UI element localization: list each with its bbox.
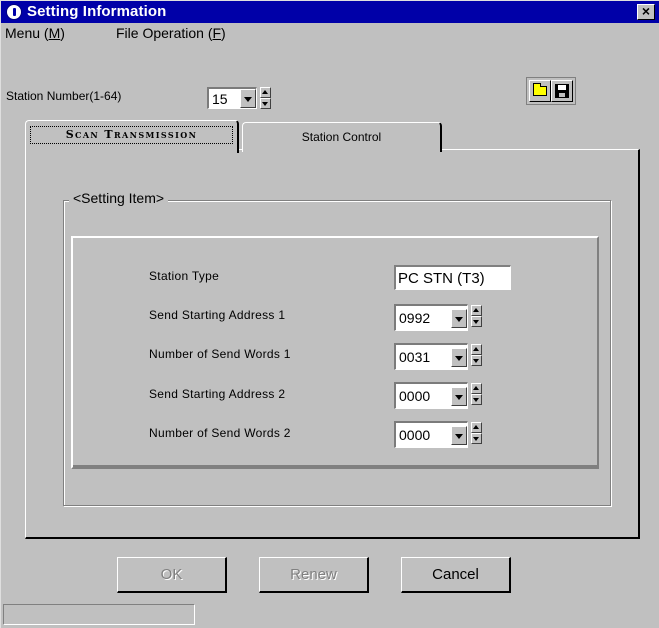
title-bar[interactable]: Setting Information × [1, 1, 659, 23]
number-of-send-words-1-value: 0031 [399, 349, 431, 365]
folder-open-icon [533, 83, 547, 96]
chevron-down-icon[interactable] [451, 387, 467, 406]
send-starting-address-2-spinner[interactable] [471, 383, 482, 405]
chevron-down-icon[interactable] [240, 89, 256, 108]
ok-button[interactable]: OK [117, 557, 227, 593]
spin-down-icon[interactable] [260, 98, 271, 109]
menu-item-menu[interactable]: Menu (M) [5, 25, 65, 41]
station-type-value: PC STN (T3) [398, 270, 485, 287]
spin-down-icon[interactable] [471, 394, 482, 405]
number-of-send-words-2-combo[interactable]: 0000 [394, 421, 468, 448]
renew-button[interactable]: Renew [259, 557, 369, 593]
spin-down-icon[interactable] [471, 316, 482, 327]
floppy-disk-icon [555, 84, 569, 98]
send-starting-address-1-label: Send Starting Address 1 [149, 308, 286, 322]
status-bar [3, 604, 195, 625]
number-of-send-words-1-spinner[interactable] [471, 344, 482, 366]
window-title: Setting Information [27, 3, 167, 20]
send-starting-address-1-value: 0992 [399, 310, 431, 326]
close-button[interactable]: × [637, 4, 655, 20]
tab-station-control[interactable]: Station Control [242, 122, 442, 152]
tab-focus-rectangle [30, 126, 233, 144]
save-file-button[interactable] [551, 80, 573, 102]
toolbar [526, 77, 576, 105]
spin-up-icon[interactable] [471, 422, 482, 433]
chevron-down-icon[interactable] [451, 348, 467, 367]
renew-button-label: Renew [290, 566, 337, 583]
send-starting-address-2-value: 0000 [399, 388, 431, 404]
number-of-send-words-1-label: Number of Send Words 1 [149, 347, 291, 361]
tab-station-control-label: Station Control [301, 130, 382, 144]
send-starting-address-1-combo[interactable]: 0992 [394, 304, 468, 331]
open-file-button[interactable] [529, 80, 551, 102]
setting-item-group-title: <Setting Item> [69, 190, 169, 206]
station-type-field: PC STN (T3) [394, 265, 511, 290]
send-starting-address-1-spinner[interactable] [471, 305, 482, 327]
spin-up-icon[interactable] [260, 87, 271, 98]
number-of-send-words-2-label: Number of Send Words 2 [149, 426, 291, 440]
number-of-send-words-2-spinner[interactable] [471, 422, 482, 444]
station-number-value: 15 [212, 91, 228, 107]
number-of-send-words-1-combo[interactable]: 0031 [394, 343, 468, 370]
station-type-label: Station Type [149, 269, 220, 283]
station-number-combo[interactable]: 15 [207, 87, 257, 109]
menu-item-file-operation[interactable]: File Operation (F) [116, 25, 226, 41]
chevron-down-icon[interactable] [451, 309, 467, 328]
setting-information-window: Setting Information × Menu (M) File Oper… [0, 0, 659, 628]
close-icon: × [641, 3, 651, 19]
number-of-send-words-2-value: 0000 [399, 427, 431, 443]
station-number-label: Station Number(1-64) [6, 89, 122, 103]
chevron-down-icon[interactable] [451, 426, 467, 445]
info-icon [6, 4, 22, 20]
cancel-button[interactable]: Cancel [401, 557, 511, 593]
spin-down-icon[interactable] [471, 355, 482, 366]
send-starting-address-2-combo[interactable]: 0000 [394, 382, 468, 409]
ok-button-label: OK [160, 566, 183, 583]
spin-up-icon[interactable] [471, 305, 482, 316]
spin-up-icon[interactable] [471, 344, 482, 355]
station-number-spinner[interactable] [260, 87, 271, 109]
tab-scan-transmission[interactable]: Scan Transmission [25, 120, 239, 153]
spin-down-icon[interactable] [471, 433, 482, 444]
send-starting-address-2-label: Send Starting Address 2 [149, 387, 286, 401]
cancel-button-label: Cancel [432, 566, 479, 583]
spin-up-icon[interactable] [471, 383, 482, 394]
